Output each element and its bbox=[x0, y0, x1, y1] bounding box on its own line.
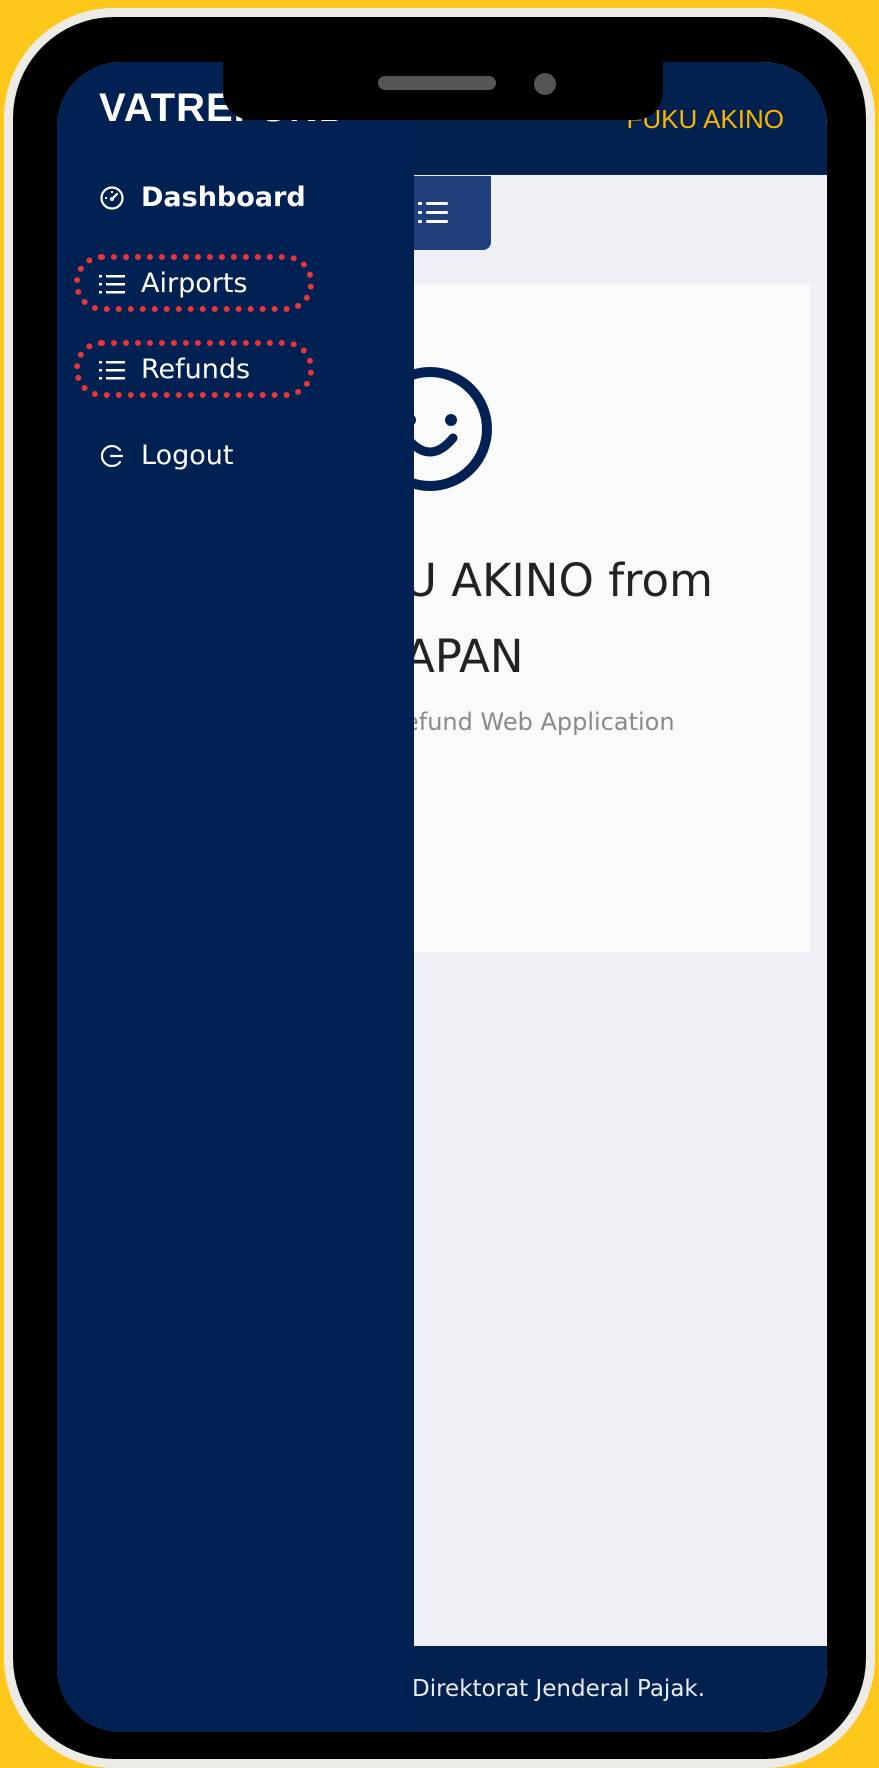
highlight-airports bbox=[74, 254, 314, 312]
phone-notch bbox=[223, 62, 663, 120]
sidebar: VATREFUND Dashboard Airports Refunds Log… bbox=[57, 62, 414, 1732]
welcome-subtitle: efund Web Application bbox=[404, 708, 675, 736]
app-screen: FUKU AKINO U AKINO from APAN efund Web A… bbox=[57, 62, 827, 1732]
welcome-heading-country: APAN bbox=[404, 630, 524, 683]
dashboard-gauge-icon bbox=[100, 185, 124, 210]
footer-text: Direktorat Jenderal Pajak. bbox=[412, 1676, 706, 1702]
highlight-refunds bbox=[74, 340, 314, 398]
list-icon bbox=[418, 202, 448, 223]
speaker-grille bbox=[378, 76, 496, 90]
welcome-card: U AKINO from APAN efund Web Application bbox=[368, 284, 810, 952]
sidebar-item-label: Logout bbox=[141, 440, 234, 471]
sidebar-item-label: Dashboard bbox=[141, 182, 306, 213]
front-camera bbox=[534, 73, 556, 95]
welcome-heading: U AKINO from bbox=[404, 554, 713, 607]
sidebar-item-logout[interactable]: Logout bbox=[99, 440, 233, 471]
logout-icon bbox=[100, 444, 124, 467]
sidebar-item-dashboard[interactable]: Dashboard bbox=[99, 182, 306, 213]
